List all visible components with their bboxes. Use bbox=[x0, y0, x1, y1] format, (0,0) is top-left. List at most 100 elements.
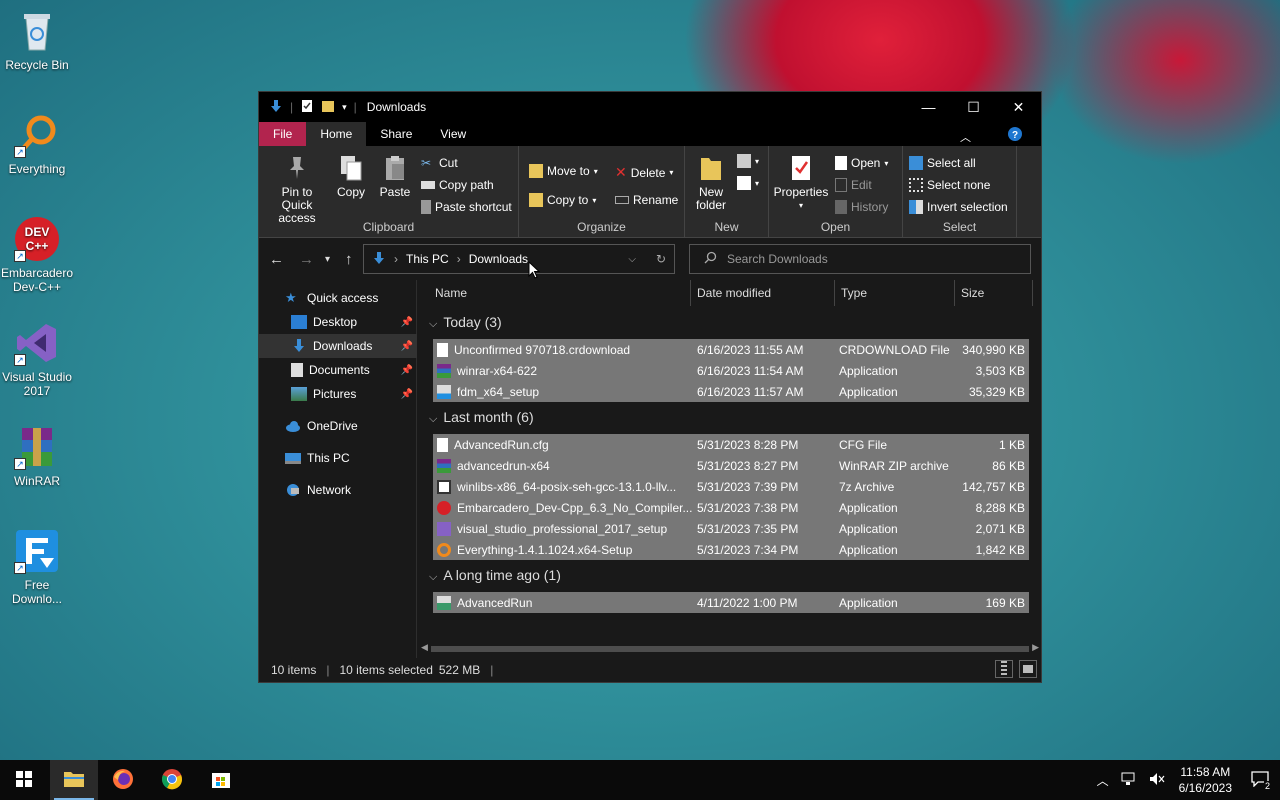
scroll-left-icon[interactable]: ◀ bbox=[421, 642, 428, 653]
taskbar-chrome[interactable] bbox=[148, 760, 196, 800]
scroll-right-icon[interactable]: ▶ bbox=[1032, 642, 1039, 653]
winrar-app-icon bbox=[437, 363, 451, 378]
details-view-icon[interactable] bbox=[995, 660, 1013, 678]
recent-locations-button[interactable]: ▾ bbox=[325, 254, 330, 265]
table-row[interactable]: Unconfirmed 970718.crdownload 6/16/2023 … bbox=[433, 339, 1029, 360]
desktop-icon-label: Free Downlo... bbox=[11, 578, 63, 606]
table-row[interactable]: winlibs-x86_64-posix-seh-gcc-13.1.0-llv.… bbox=[433, 476, 1029, 497]
address-dropdown-icon[interactable]: ⌵ bbox=[628, 254, 636, 265]
close-button[interactable]: ✕ bbox=[996, 92, 1041, 122]
table-row[interactable]: visual_studio_professional_2017_setup 5/… bbox=[433, 518, 1029, 539]
select-none-icon bbox=[909, 178, 923, 192]
up-button[interactable]: ↑ bbox=[345, 251, 353, 268]
desktop-icon-winrar[interactable]: ↗ WinRAR bbox=[0, 424, 75, 488]
select-all-button[interactable]: Select all bbox=[909, 156, 976, 170]
properties-button[interactable]: Properties ▾ bbox=[773, 154, 829, 212]
desktop-icon-devcpp[interactable]: DEV C++ ↗ Embarcadero Dev-C++ bbox=[0, 216, 75, 294]
show-hidden-icons-icon[interactable]: ︿ bbox=[1091, 772, 1115, 789]
easy-access-button[interactable]: ▾ bbox=[737, 176, 759, 190]
large-icons-view-icon[interactable] bbox=[1019, 660, 1037, 678]
tab-view[interactable]: View bbox=[426, 122, 480, 146]
notifications-button[interactable]: 2 bbox=[1240, 760, 1280, 800]
nav-pictures[interactable]: Pictures 📌 bbox=[259, 382, 417, 406]
tab-file[interactable]: File bbox=[259, 122, 307, 146]
invert-selection-button[interactable]: Invert selection bbox=[909, 200, 1008, 214]
paste-shortcut-button[interactable]: Paste shortcut bbox=[421, 200, 512, 214]
column-header-date[interactable]: Date modified bbox=[691, 280, 835, 306]
table-row[interactable]: Everything-1.4.1.1024.x64-Setup 5/31/202… bbox=[433, 539, 1029, 560]
start-button[interactable] bbox=[0, 760, 48, 800]
pin-to-quick-access-button[interactable]: Pin to Quick access bbox=[265, 154, 329, 225]
nav-downloads[interactable]: Downloads 📌 bbox=[259, 334, 417, 358]
download-arrow-icon bbox=[269, 99, 283, 116]
desktop-icon-recycle-bin[interactable]: Recycle Bin bbox=[0, 8, 75, 72]
column-header-size[interactable]: Size bbox=[955, 280, 1033, 306]
edit-button[interactable]: Edit bbox=[835, 178, 872, 192]
nav-this-pc[interactable]: This PC bbox=[259, 446, 417, 470]
new-item-button[interactable]: ▾ bbox=[737, 154, 759, 168]
desktop-icon-everything[interactable]: ↗ Everything bbox=[0, 112, 75, 176]
taskbar-file-explorer[interactable] bbox=[50, 760, 98, 800]
table-row[interactable]: winrar-x64-622 6/16/2023 11:54 AM Applic… bbox=[433, 360, 1029, 381]
delete-button[interactable]: ✕ Delete ▾ bbox=[615, 164, 673, 181]
ribbon-tabs: File Home Share View ︿ ? bbox=[259, 122, 1041, 146]
taskbar-store[interactable] bbox=[197, 760, 245, 800]
network-status-icon[interactable] bbox=[1115, 772, 1143, 789]
refresh-icon[interactable]: ↻ bbox=[656, 252, 666, 266]
new-folder-quick-icon[interactable] bbox=[321, 99, 335, 116]
group-header-last-month[interactable]: Last month (6) bbox=[429, 409, 533, 426]
taskbar-firefox[interactable] bbox=[99, 760, 147, 800]
volume-muted-icon[interactable] bbox=[1143, 772, 1171, 789]
tab-share[interactable]: Share bbox=[366, 122, 426, 146]
new-folder-button[interactable]: New folder bbox=[689, 154, 733, 212]
rename-button[interactable]: Rename bbox=[615, 193, 678, 207]
nav-documents[interactable]: Documents 📌 bbox=[259, 358, 417, 382]
properties-quick-icon[interactable] bbox=[300, 99, 314, 116]
move-to-button[interactable]: Move to ▾ bbox=[529, 164, 598, 178]
cut-button[interactable]: ✂ Cut bbox=[421, 156, 458, 170]
open-button[interactable]: Open ▾ bbox=[835, 156, 888, 170]
tab-home[interactable]: Home bbox=[306, 122, 367, 146]
address-bar[interactable]: › This PC › Downloads ⌵ ↻ bbox=[363, 244, 675, 274]
breadcrumb-this-pc[interactable]: This PC bbox=[406, 252, 449, 266]
copy-folder-icon bbox=[529, 193, 543, 207]
recycle-bin-icon bbox=[14, 8, 60, 54]
breadcrumb-downloads[interactable]: Downloads bbox=[469, 252, 528, 266]
item-count: 10 items bbox=[271, 663, 317, 677]
desktop-icon-free-download-manager[interactable]: ↗ Free Downlo... bbox=[0, 528, 75, 606]
maximize-button[interactable]: ☐ bbox=[951, 92, 996, 122]
table-row[interactable]: fdm_x64_setup 6/16/2023 11:57 AM Applica… bbox=[433, 381, 1029, 402]
group-header-long-time-ago[interactable]: A long time ago (1) bbox=[429, 567, 561, 584]
table-row[interactable]: Embarcadero_Dev-Cpp_6.3_No_Compiler... 5… bbox=[433, 497, 1029, 518]
pin-icon bbox=[284, 154, 310, 182]
minimize-button[interactable]: — bbox=[906, 92, 951, 122]
new-group-label: New bbox=[714, 220, 739, 234]
select-none-button[interactable]: Select none bbox=[909, 178, 990, 192]
nav-onedrive[interactable]: OneDrive bbox=[259, 414, 417, 438]
group-header-today[interactable]: Today (3) bbox=[429, 314, 501, 331]
title-bar[interactable]: | ▾ | Downloads — ☐ ✕ bbox=[259, 92, 1041, 122]
copy-button[interactable]: Copy bbox=[333, 154, 369, 199]
nav-network[interactable]: Network bbox=[259, 478, 417, 502]
table-row[interactable]: advancedrun-x64 5/31/2023 8:27 PM WinRAR… bbox=[433, 455, 1029, 476]
downloads-folder-icon bbox=[291, 339, 307, 353]
scrollbar-thumb[interactable] bbox=[431, 646, 1029, 652]
paste-button[interactable]: Paste bbox=[375, 154, 415, 199]
column-header-type[interactable]: Type bbox=[835, 280, 955, 306]
column-header-name[interactable]: Name bbox=[419, 280, 691, 306]
history-button[interactable]: History bbox=[835, 200, 888, 214]
copy-to-button[interactable]: Copy to ▾ bbox=[529, 193, 596, 207]
scissors-icon: ✂ bbox=[421, 156, 432, 170]
search-box[interactable]: Search Downloads bbox=[689, 244, 1031, 274]
horizontal-scrollbar[interactable]: ◀ ▶ bbox=[419, 641, 1041, 657]
nav-quick-access[interactable]: ★ Quick access bbox=[259, 286, 417, 310]
forward-button[interactable]: → bbox=[299, 251, 314, 268]
customize-quick-access-icon[interactable]: ▾ bbox=[342, 102, 347, 113]
copy-path-button[interactable]: Copy path bbox=[421, 178, 494, 192]
desktop-icon-visual-studio[interactable]: ↗ Visual Studio 2017 bbox=[0, 320, 75, 398]
nav-desktop[interactable]: Desktop 📌 bbox=[259, 310, 417, 334]
table-row[interactable]: AdvancedRun 4/11/2022 1:00 PM Applicatio… bbox=[433, 592, 1029, 613]
back-button[interactable]: ← bbox=[269, 251, 284, 268]
clock[interactable]: 11:58 AM 6/16/2023 bbox=[1171, 764, 1240, 796]
table-row[interactable]: AdvancedRun.cfg 5/31/2023 8:28 PM CFG Fi… bbox=[433, 434, 1029, 455]
